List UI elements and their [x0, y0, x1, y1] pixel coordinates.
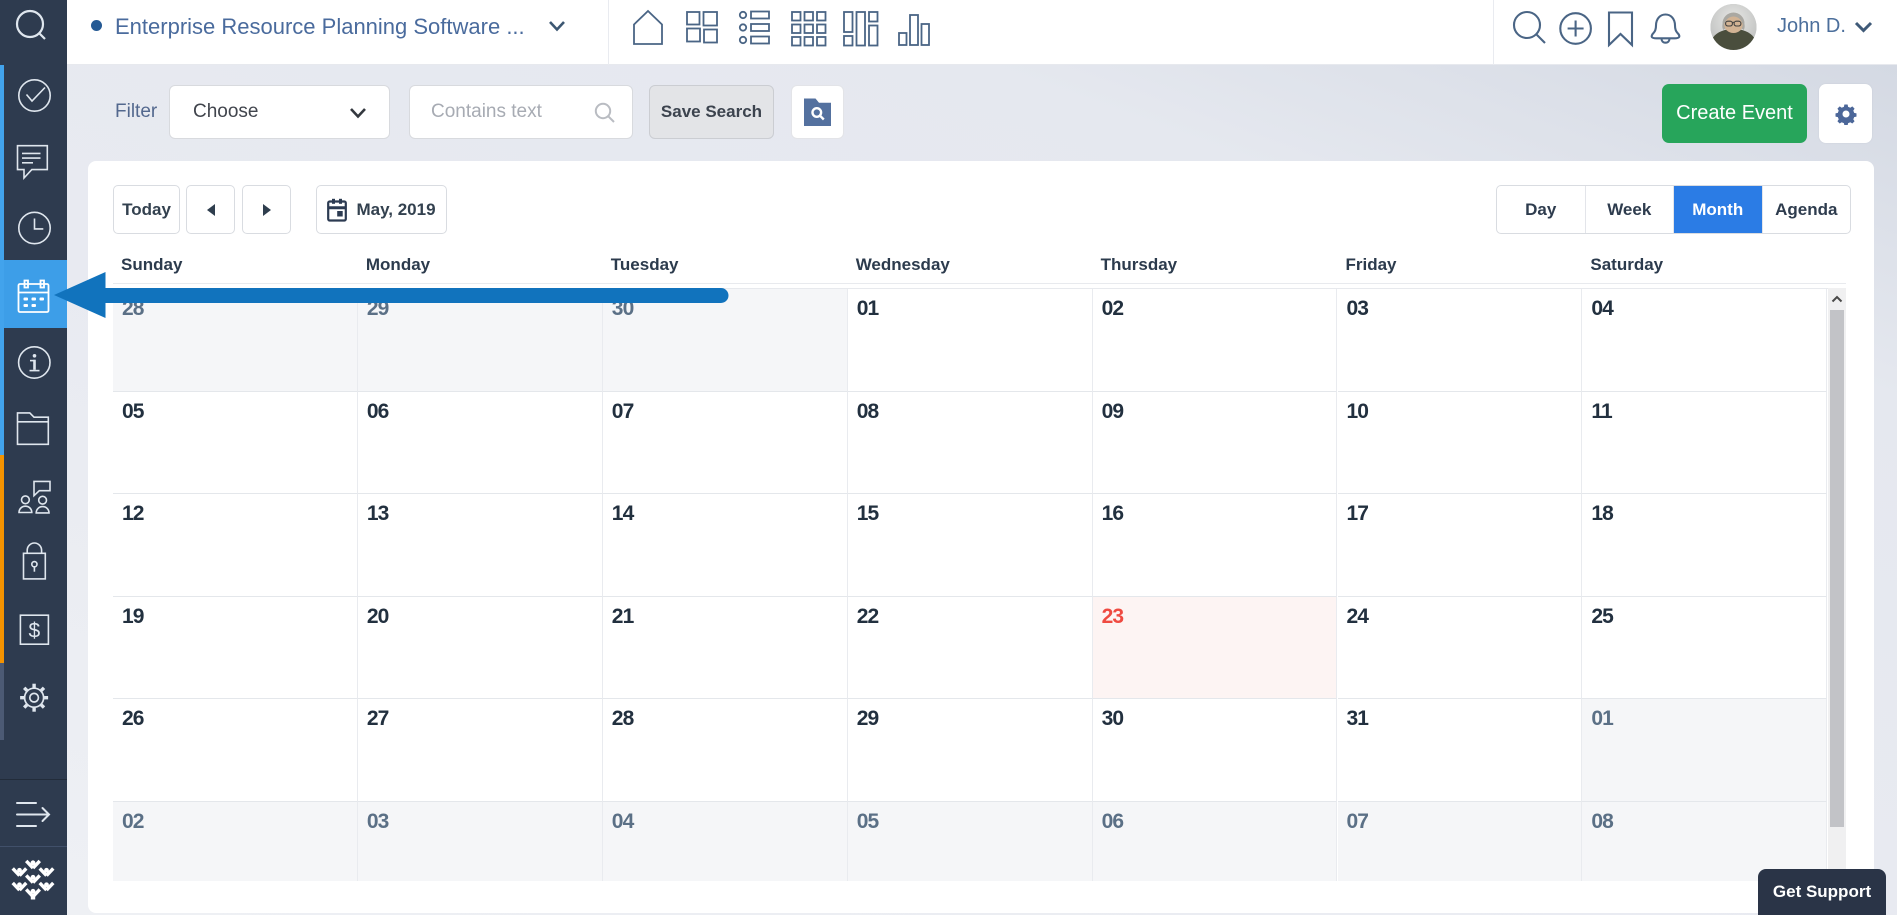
svg-text:$: $	[29, 620, 41, 643]
